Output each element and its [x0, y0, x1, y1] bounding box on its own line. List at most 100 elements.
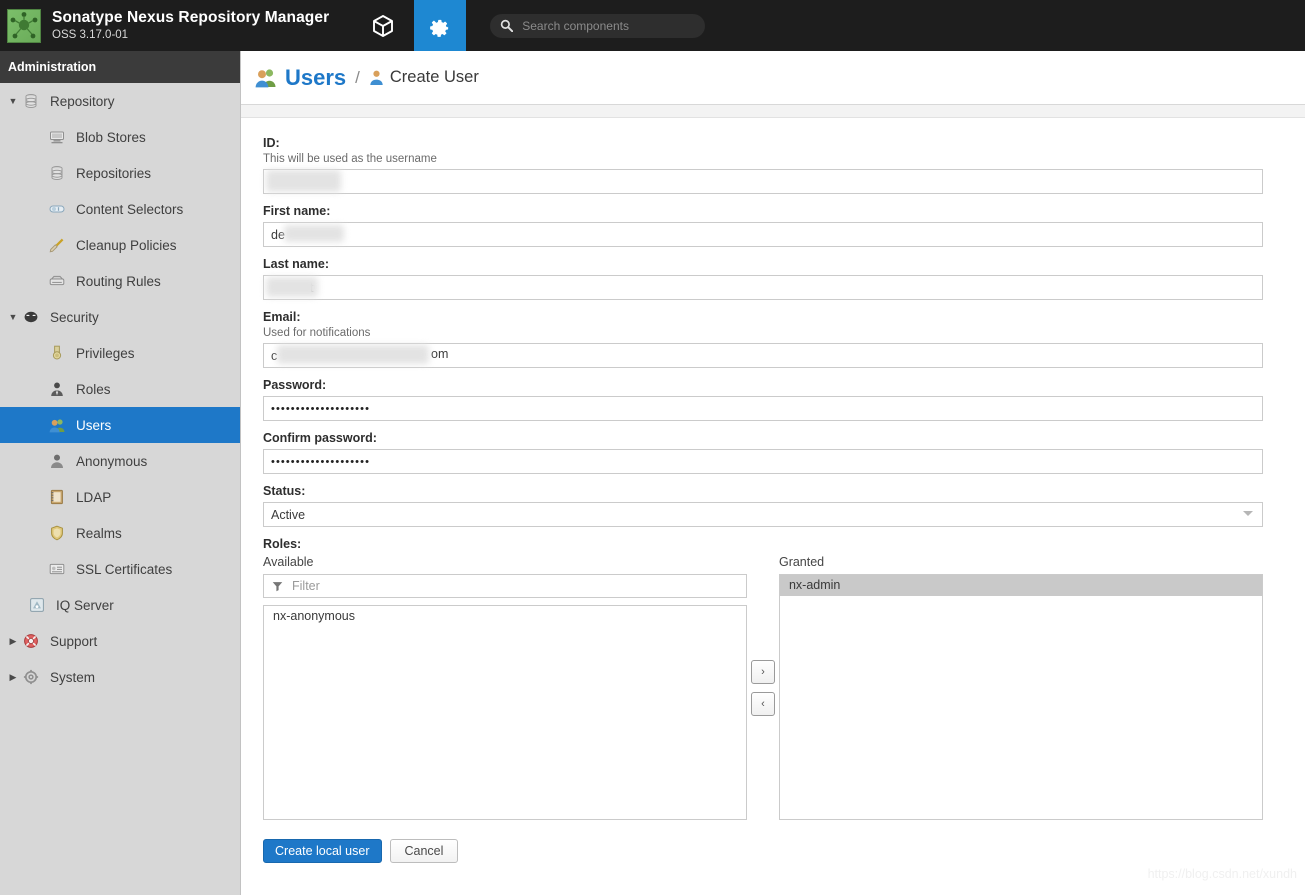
id-label: ID:	[263, 136, 1263, 150]
shield-icon	[20, 308, 42, 326]
password-input[interactable]	[263, 396, 1263, 421]
database-icon	[46, 164, 68, 182]
database-icon	[20, 92, 42, 110]
sidebar-item-label: Content Selectors	[76, 202, 183, 217]
app-logo	[7, 9, 41, 43]
sidebar-item-label: Repositories	[76, 166, 151, 181]
sidebar-item-security[interactable]: ▼Security	[0, 299, 240, 335]
gear-icon	[429, 15, 451, 37]
id-hint: This will be used as the username	[263, 153, 1263, 165]
routing-icon	[46, 272, 68, 290]
roles-filter-input[interactable]	[290, 578, 738, 594]
blobstore-icon	[46, 128, 68, 146]
certificate-icon	[46, 560, 68, 578]
sidebar-item-repository[interactable]: ▼ Repository	[0, 83, 240, 119]
users-icon	[46, 416, 68, 434]
email-label: Email:	[263, 310, 1263, 324]
sidebar-item-label: Repository	[50, 94, 115, 109]
roles-label: Roles:	[263, 537, 1263, 551]
sidebar-item-iq-server[interactable]: IQ Server	[0, 587, 240, 623]
breadcrumb: Users / Create User	[241, 51, 1305, 105]
molecule-logo-icon	[8, 10, 40, 42]
sidebar-title: Administration	[0, 51, 240, 83]
sidebar-item-label: Realms	[76, 526, 122, 541]
available-roles-list[interactable]: nx-anonymous	[263, 605, 747, 820]
sidebar-item-label: SSL Certificates	[76, 562, 172, 577]
person-tie-icon	[46, 380, 68, 398]
status-select-wrap[interactable]	[263, 502, 1263, 537]
user-icon	[369, 69, 384, 86]
email-input[interactable]	[263, 343, 1263, 368]
cube-icon	[373, 15, 393, 37]
administration-button[interactable]	[414, 0, 466, 51]
sidebar-item-roles[interactable]: Roles	[0, 371, 240, 407]
breadcrumb-parent[interactable]: Users	[285, 65, 346, 91]
sidebar-item-cleanup-policies[interactable]: Cleanup Policies	[0, 227, 240, 263]
granted-roles-list[interactable]: nx-admin	[779, 574, 1263, 820]
last-name-label: Last name:	[263, 257, 1263, 271]
granted-header: Granted	[779, 555, 1263, 569]
sidebar-item-content-selectors[interactable]: Content Selectors	[0, 191, 240, 227]
sidebar-item-label: LDAP	[76, 490, 111, 505]
app-version: OSS 3.17.0-01	[52, 29, 329, 42]
search-input[interactable]	[520, 18, 695, 34]
first-name-label: First name:	[263, 204, 1263, 218]
email-visible-suffix: om	[431, 347, 448, 361]
email-hint: Used for notifications	[263, 327, 1263, 339]
last-name-input[interactable]	[263, 275, 1263, 300]
first-name-input[interactable]	[263, 222, 1263, 247]
last-name-field-wrap	[263, 275, 1263, 310]
filter-icon	[272, 581, 283, 592]
sidebar-item-label: Anonymous	[76, 454, 147, 469]
chevron-right-icon[interactable]: ▶	[6, 672, 20, 683]
chevron-down-icon[interactable]: ▼	[6, 96, 20, 106]
granted-column: Granted nx-admin	[779, 555, 1263, 820]
browse-button[interactable]	[357, 0, 409, 51]
sidebar-item-label: Cleanup Policies	[76, 238, 177, 253]
sidebar-item-realms[interactable]: Realms	[0, 515, 240, 551]
sidebar-item-users[interactable]: Users	[0, 407, 240, 443]
sidebar-item-label: Privileges	[76, 346, 135, 361]
search-box[interactable]	[490, 14, 705, 38]
sidebar-item-ssl-certificates[interactable]: SSL Certificates	[0, 551, 240, 587]
chevron-right-icon[interactable]: ▶	[6, 636, 20, 647]
person-icon	[46, 452, 68, 470]
medal-icon	[46, 344, 68, 362]
sidebar-item-label: Users	[76, 418, 111, 433]
list-item[interactable]: nx-anonymous	[264, 606, 746, 627]
id-input[interactable]	[263, 169, 1263, 194]
sidebar-item-ldap[interactable]: LDAP	[0, 479, 240, 515]
available-column: Available nx-anonymous	[263, 555, 747, 820]
app-title: Sonatype Nexus Repository Manager	[52, 9, 329, 26]
sidebar-nav-list: ▼ Repository Blob Stores Repositories Conten…	[0, 83, 240, 695]
remove-role-button[interactable]: ‹	[751, 692, 775, 716]
sidebar-item-anonymous[interactable]: Anonymous	[0, 443, 240, 479]
watermark: https://blog.csdn.net/xundh	[1148, 867, 1297, 881]
form-actions: Create local user Cancel	[263, 839, 1263, 863]
create-local-user-button[interactable]: Create local user	[263, 839, 382, 863]
cancel-button[interactable]: Cancel	[390, 839, 459, 863]
sidebar-item-blob-stores[interactable]: Blob Stores	[0, 119, 240, 155]
sidebar-item-privileges[interactable]: Privileges	[0, 335, 240, 371]
list-item[interactable]: nx-admin	[780, 575, 1262, 596]
confirm-password-input[interactable]	[263, 449, 1263, 474]
book-icon	[46, 488, 68, 506]
sidebar-item-repositories[interactable]: Repositories	[0, 155, 240, 191]
breadcrumb-separator: /	[355, 68, 360, 88]
panel-top-strip	[241, 105, 1305, 118]
sidebar-item-label: System	[50, 670, 95, 685]
status-select[interactable]	[263, 502, 1263, 527]
first-name-field-wrap	[263, 222, 1263, 257]
create-user-form: ID: This will be used as the username Fi…	[241, 118, 1305, 863]
sidebar-item-routing-rules[interactable]: Routing Rules	[0, 263, 240, 299]
transfer-buttons: › ‹	[747, 555, 779, 820]
iq-server-icon	[26, 596, 48, 614]
cog-icon	[20, 668, 42, 686]
sidebar-item-support[interactable]: ▶Support	[0, 623, 240, 659]
roles-filter-box[interactable]	[263, 574, 747, 598]
chevron-down-icon[interactable]: ▼	[6, 312, 20, 322]
sidebar: Administration ▼ Repository Blob Stores Rep…	[0, 51, 241, 895]
add-role-button[interactable]: ›	[751, 660, 775, 684]
sidebar-item-system[interactable]: ▶ System	[0, 659, 240, 695]
status-label: Status:	[263, 484, 1263, 498]
